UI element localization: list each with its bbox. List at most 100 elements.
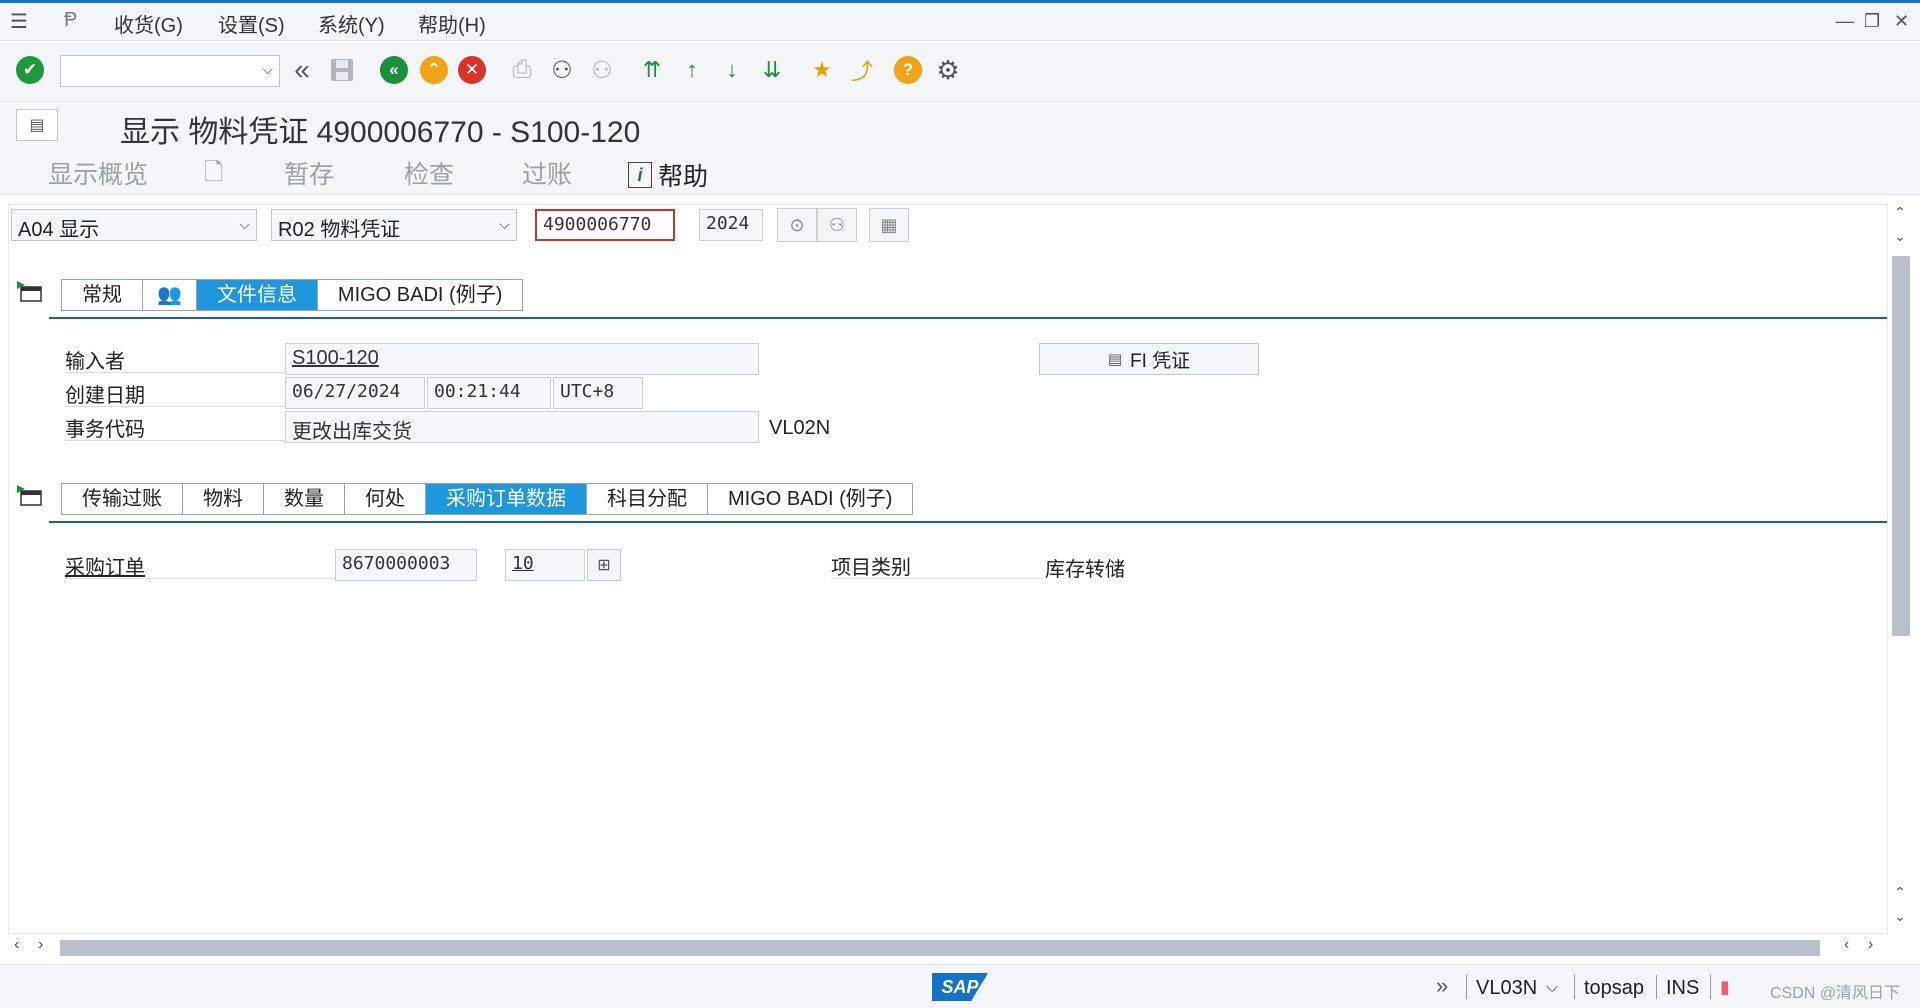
vertical-scrollbar[interactable]: ⌃ ⌄ ⌃ ⌄	[1890, 204, 1912, 934]
status-separator	[1466, 975, 1467, 999]
scroll-left-icon[interactable]: ‹	[14, 936, 19, 954]
double-chevron-left-icon[interactable]: «	[286, 54, 318, 86]
gear-icon[interactable]: ⚙	[932, 54, 964, 86]
menu-toggle-icon[interactable]: ▤	[16, 109, 58, 141]
previous-page-icon[interactable]: ↑	[676, 54, 708, 86]
sap-menu-icon[interactable]: Ᵽ	[64, 9, 77, 32]
tab-account-assignment[interactable]: 科目分配	[587, 484, 708, 514]
tab-underline	[49, 317, 1887, 319]
scroll-up-icon[interactable]: ⌃	[1894, 204, 1906, 221]
watermark: CSDN @清风日下	[1770, 985, 1901, 1002]
close-icon[interactable]: ✕	[1894, 11, 1909, 32]
tab-migo-badi-item[interactable]: MIGO BADI (例子)	[708, 484, 912, 514]
grid-icon: ▦	[880, 214, 898, 235]
command-field[interactable]: ⌵	[60, 55, 280, 87]
tab-partners[interactable]: 👥	[143, 280, 197, 310]
help-app-button[interactable]: i 帮助	[628, 157, 708, 193]
check-button[interactable]: 检查	[404, 155, 454, 191]
grid-button[interactable]: ▦	[869, 208, 909, 242]
menu-help[interactable]: 帮助(H)	[418, 9, 486, 38]
scroll-down-icon[interactable]: ⌄	[1894, 228, 1906, 245]
first-page-icon[interactable]: ⇈	[636, 54, 668, 86]
shortcut-icon[interactable]: ⤴	[846, 54, 878, 86]
collapse-header-button[interactable]	[15, 277, 45, 307]
status-bar: SAP » VL03N ⌵ topsap INS ▮ CSDN @清风日下	[0, 964, 1920, 1008]
item-category-value: 库存转储	[1045, 559, 1125, 581]
menu-settings[interactable]: 设置(S)	[218, 9, 285, 38]
next-page-icon[interactable]: ↓	[716, 54, 748, 86]
search-button[interactable]: ⚇	[817, 208, 857, 242]
chevron-down-icon[interactable]: ⌵	[1546, 979, 1558, 997]
collapse-item-button[interactable]	[15, 481, 45, 511]
horizontal-scroll-thumb[interactable]	[60, 940, 1820, 956]
panel-toggle-icon	[17, 281, 42, 302]
entered-by-field: S100-120	[285, 343, 759, 375]
tab-quantity[interactable]: 数量	[264, 484, 345, 514]
restore-icon[interactable]: ❐	[1864, 11, 1880, 32]
item-tabstrip: 传输过账 物料 数量 何处 采购订单数据 科目分配 MIGO BADI (例子)	[61, 483, 914, 515]
help-icon: ?	[894, 56, 922, 84]
post-button[interactable]: 过账	[522, 155, 572, 191]
action-select[interactable]: A04 显示 ⌵	[11, 209, 257, 241]
command-input[interactable]	[61, 56, 246, 86]
doc-number-input[interactable]: 4900006770	[535, 209, 675, 241]
scroll-left-icon[interactable]: ‹	[1844, 936, 1849, 954]
fi-document-button[interactable]: ▤ FI 凭证	[1039, 343, 1259, 375]
minimize-icon[interactable]: —	[1836, 11, 1854, 32]
standard-toolbar: ✔ ⌵ « « ⌃ ✕ ⎙ ⚇ ⚇ ⇈ ↑ ↓ ⇊ ★ ⤴ ? ⚙	[0, 42, 1920, 102]
save-icon	[331, 59, 353, 81]
execute-button[interactable]: ⊙	[777, 208, 817, 242]
reference-select[interactable]: R02 物料凭证 ⌵	[271, 209, 517, 241]
scroll-right-icon[interactable]: ›	[1868, 936, 1873, 954]
tab-where[interactable]: 何处	[345, 484, 426, 514]
po-detail-button[interactable]: ⊞	[587, 549, 621, 581]
hold-button[interactable]: 暂存	[284, 155, 334, 191]
tab-general[interactable]: 常规	[62, 280, 143, 310]
document-icon[interactable]: 🗋	[204, 155, 223, 196]
vertical-scroll-thumb[interactable]	[1892, 256, 1910, 636]
tab-material[interactable]: 物料	[183, 484, 264, 514]
tab-po-data[interactable]: 采购订单数据	[426, 484, 587, 514]
tab-migo-badi[interactable]: MIGO BADI (例子)	[318, 280, 522, 310]
new-session-icon[interactable]: ★	[806, 54, 838, 86]
help-button[interactable]: ?	[892, 54, 924, 86]
scroll-right-icon[interactable]: ›	[38, 936, 43, 954]
detail-icon: ⊞	[597, 557, 611, 574]
display-overview-button[interactable]: 显示概览	[48, 155, 148, 191]
horizontal-scrollbar[interactable]: ‹ › ‹ ›	[8, 934, 1912, 960]
menu-goods-receipt[interactable]: 收货(G)	[114, 9, 183, 38]
tab-doc-info[interactable]: 文件信息	[196, 280, 318, 310]
menu-system[interactable]: 系统(Y)	[318, 9, 385, 38]
scroll-up-icon[interactable]: ⌃	[1894, 884, 1906, 901]
title-bar: ▤ 显示 物料凭证 4900006770 - S100-120	[0, 103, 1920, 149]
find-icon[interactable]: ⚇	[546, 54, 578, 86]
cancel-button[interactable]: ✕	[456, 54, 488, 86]
performance-icon[interactable]: ▮	[1720, 977, 1730, 998]
status-separator	[1574, 975, 1575, 999]
exit-icon: ⌃	[420, 56, 448, 84]
app-menu-icon[interactable]: ☰	[10, 9, 28, 34]
tab-transfer-posting[interactable]: 传输过账	[62, 484, 183, 514]
status-tcode[interactable]: VL03N	[1476, 977, 1537, 1000]
status-system: topsap	[1584, 977, 1645, 999]
last-page-icon[interactable]: ⇊	[756, 54, 788, 86]
chevron-down-icon: ⌵	[239, 216, 250, 232]
chevron-down-icon: ⌵	[499, 216, 510, 232]
enter-button[interactable]: ✔	[14, 54, 46, 86]
scroll-down-icon[interactable]: ⌄	[1894, 908, 1906, 925]
double-chevron-right-icon[interactable]: »	[1436, 973, 1448, 999]
back-button[interactable]: «	[378, 54, 410, 86]
po-label[interactable]: 采购订单	[65, 551, 341, 579]
tcode-value: VL02N	[769, 417, 831, 439]
header-tabstrip: 常规 👥 文件信息 MIGO BADI (例子)	[61, 279, 524, 311]
find-next-icon[interactable]: ⚇	[586, 54, 618, 86]
exit-button[interactable]: ⌃	[418, 54, 450, 86]
chevron-down-icon: ⌵	[262, 61, 273, 77]
po-item-field: 10	[505, 549, 585, 581]
year-input[interactable]: 2024	[699, 209, 763, 241]
help-app-label: 帮助	[658, 163, 709, 191]
binoculars-icon: ⚇	[828, 214, 846, 235]
fi-document-label: FI 凭证	[1130, 350, 1191, 372]
print-icon[interactable]: ⎙	[506, 54, 538, 86]
save-button[interactable]	[326, 54, 358, 86]
